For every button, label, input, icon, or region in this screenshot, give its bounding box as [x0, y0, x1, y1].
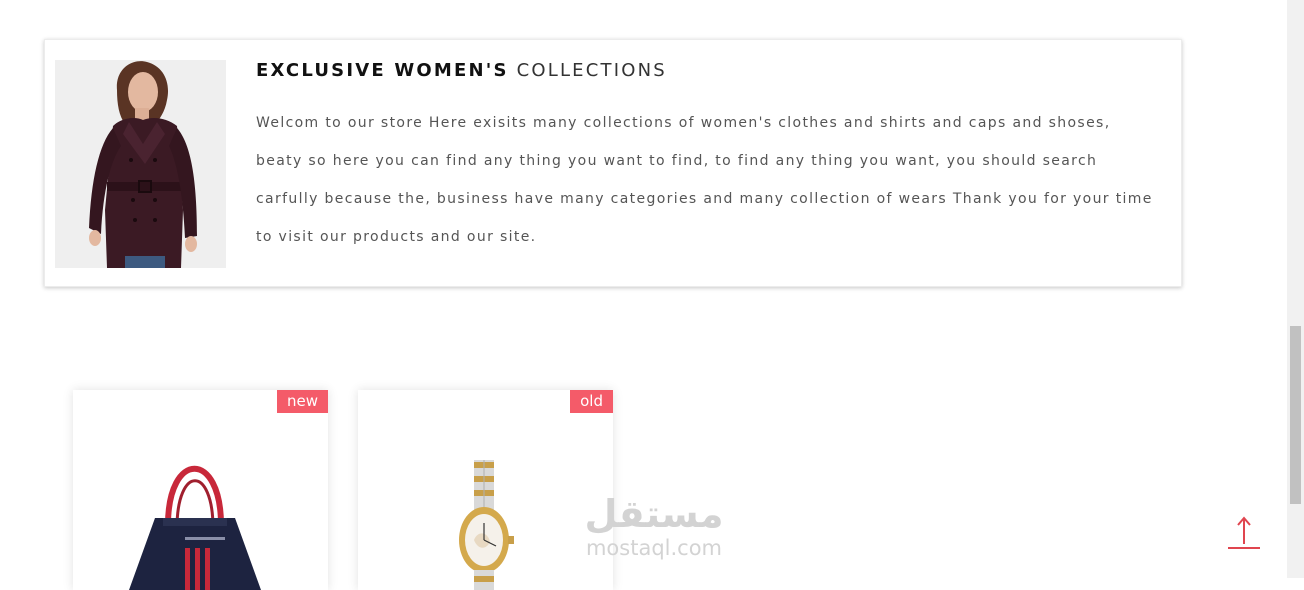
watermark-latin: mostaql.com: [585, 536, 723, 560]
section-title-bold: EXCLUSIVE WOMEN'S: [256, 60, 509, 81]
handbag-image: [129, 466, 261, 590]
scrollbar-thumb[interactable]: [1290, 326, 1301, 504]
product-badge: old: [570, 390, 613, 413]
section-title: EXCLUSIVE WOMEN'S COLLECTIONS: [256, 60, 667, 81]
section-title-light: COLLECTIONS: [516, 60, 667, 81]
section-description: Welcom to our store Here exisits many co…: [256, 115, 1153, 245]
intro-card: EXCLUSIVE WOMEN'S COLLECTIONS Welcom to …: [44, 39, 1182, 287]
product-card[interactable]: old: [358, 390, 613, 590]
arrow-up-icon: [1228, 516, 1260, 549]
wristwatch-image: [459, 460, 514, 590]
product-badge: new: [276, 390, 328, 413]
watermark: مستقل mostaql.com: [574, 492, 734, 560]
woman-coat-photo: [55, 60, 226, 268]
watermark-arabic: مستقل: [584, 492, 724, 536]
scroll-to-top-button[interactable]: [1226, 514, 1262, 550]
product-card[interactable]: new: [73, 390, 328, 590]
